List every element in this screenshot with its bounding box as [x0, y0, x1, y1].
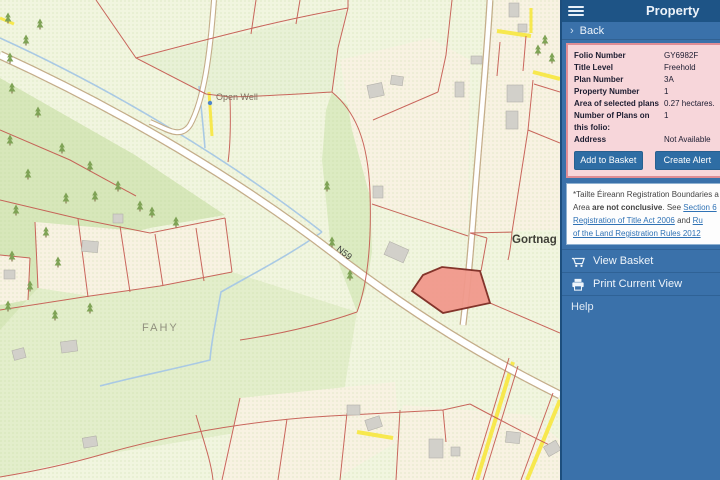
map-dot-texture: [0, 0, 560, 480]
boundaries-disclaimer: *Tailte Éireann Registration Boundaries …: [566, 183, 720, 245]
townland-label-fahy: FAHY: [142, 322, 179, 334]
add-to-basket-button[interactable]: Add to Basket: [574, 151, 643, 170]
disclaimer-bold-text: are not conclusive: [592, 203, 662, 212]
detail-row-folio: Folio Number GY6982F: [574, 50, 720, 62]
registration-of-title-act-link[interactable]: Registration of Title Act 2006: [573, 216, 675, 225]
folio-details-panel: Folio Number GY6982F Title Level Freehol…: [566, 43, 720, 178]
create-alert-button[interactable]: Create Alert: [655, 151, 720, 170]
disclaimer-text: . See: [662, 203, 683, 212]
land-registration-rules-link[interactable]: of the Land Registration Rules 2012: [573, 229, 701, 238]
help-label: Help: [571, 301, 594, 313]
landdirect-map-viewer: Open Well FAHY Gortnag N59 Property › Ba…: [0, 0, 720, 480]
detail-value: 0.27 hectares.: [664, 98, 720, 110]
section-6-link[interactable]: Section 6: [683, 203, 716, 212]
detail-label: Folio Number: [574, 50, 664, 62]
disclaimer-text: *Tailte Éireann Registration Boundaries …: [573, 190, 719, 199]
detail-value: 1: [664, 110, 720, 134]
chevron-right-icon: ›: [570, 25, 574, 37]
property-sidebar: Property › Back Folio Number GY6982F Tit…: [560, 0, 720, 480]
detail-row-area: Area of selected plans 0.27 hectares.: [574, 98, 720, 110]
rule-link[interactable]: Ru: [693, 216, 703, 225]
detail-row-address: Address Not Available: [574, 134, 720, 146]
back-button[interactable]: › Back: [562, 22, 720, 40]
sidebar-menu: View Basket Print Current View Help: [562, 249, 720, 318]
detail-label: Plan Number: [574, 74, 664, 86]
hamburger-menu-icon[interactable]: [568, 4, 584, 18]
detail-row-plan-count: Number of Plans on this folio: 1: [574, 110, 720, 134]
help-menu-item[interactable]: Help: [562, 295, 720, 318]
detail-value: GY6982F: [664, 50, 720, 62]
panel-title: Property: [646, 3, 699, 18]
detail-label: Address: [574, 134, 664, 146]
detail-label: Title Level: [574, 62, 664, 74]
map-canvas[interactable]: Open Well FAHY Gortnag N59: [0, 0, 560, 480]
disclaimer-text: and: [675, 216, 693, 225]
basket-icon: [571, 255, 585, 268]
detail-label: Number of Plans on this folio:: [574, 110, 664, 134]
back-label: Back: [580, 25, 604, 37]
detail-value: 1: [664, 86, 720, 98]
detail-value: Freehold: [664, 62, 720, 74]
detail-row-plan-number: Plan Number 3A: [574, 74, 720, 86]
detail-value: 3A: [664, 74, 720, 86]
open-well-label: Open Well: [216, 92, 258, 102]
detail-value: Not Available: [664, 134, 720, 146]
detail-row-title-level: Title Level Freehold: [574, 62, 720, 74]
well-marker-icon: [208, 101, 212, 105]
detail-label: Property Number: [574, 86, 664, 98]
view-basket-label: View Basket: [593, 255, 653, 267]
sidebar-header: Property: [562, 0, 720, 22]
printer-icon: [571, 278, 585, 291]
disclaimer-text: Area: [573, 203, 592, 212]
detail-row-property-number: Property Number 1: [574, 86, 720, 98]
print-current-view-menu-item[interactable]: Print Current View: [562, 272, 720, 295]
print-current-view-label: Print Current View: [593, 278, 682, 290]
view-basket-menu-item[interactable]: View Basket: [562, 249, 720, 272]
detail-label: Area of selected plans: [574, 98, 664, 110]
townland-label-gortnag: Gortnag: [512, 234, 557, 246]
